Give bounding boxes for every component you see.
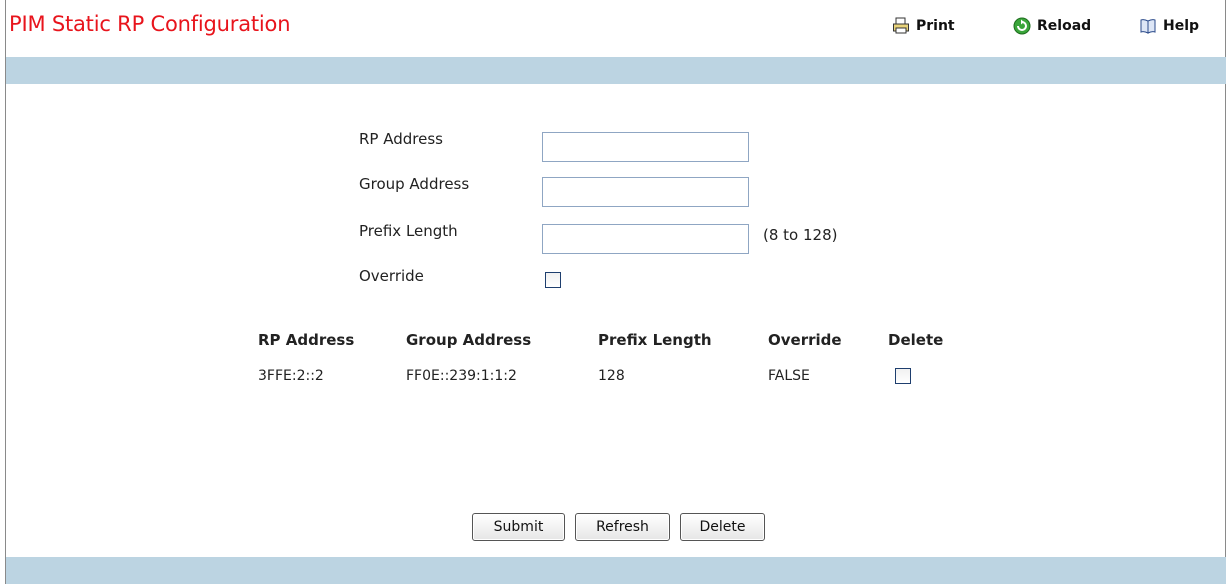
reload-button[interactable]: Reload (1013, 17, 1091, 35)
page-frame (5, 0, 1226, 584)
prefix-length-input[interactable] (542, 224, 749, 254)
footer-band (6, 557, 1226, 584)
cell-rp-address: 3FFE:2::2 (258, 368, 324, 384)
group-address-input[interactable] (542, 177, 749, 207)
cell-prefix-length: 128 (598, 368, 625, 384)
row-delete-checkbox[interactable] (895, 368, 911, 384)
cell-group-address: FF0E::239:1:1:2 (406, 368, 517, 384)
col-header-delete: Delete (888, 331, 944, 349)
col-header-override: Override (768, 331, 842, 349)
group-address-label: Group Address (359, 175, 470, 193)
col-header-group-address: Group Address (406, 331, 532, 349)
prefix-length-hint: (8 to 128) (763, 226, 838, 244)
override-label: Override (359, 267, 424, 285)
delete-button[interactable]: Delete (680, 513, 765, 541)
help-button[interactable]: Help (1139, 17, 1199, 35)
print-label: Print (916, 18, 955, 34)
col-header-rp-address: RP Address (258, 331, 355, 349)
help-label: Help (1163, 18, 1200, 34)
page-title: PIM Static RP Configuration (9, 12, 291, 36)
print-button[interactable]: Print (892, 17, 955, 35)
reload-icon (1013, 17, 1031, 35)
override-checkbox[interactable] (545, 272, 561, 288)
reload-label: Reload (1037, 18, 1092, 34)
rp-address-input[interactable] (542, 132, 749, 162)
col-header-prefix-length: Prefix Length (598, 331, 712, 349)
rp-address-label: RP Address (359, 130, 443, 148)
refresh-button[interactable]: Refresh (575, 513, 670, 541)
header-band (6, 57, 1226, 84)
printer-icon (892, 17, 910, 35)
prefix-length-label: Prefix Length (359, 222, 458, 240)
help-book-icon (1139, 17, 1157, 35)
submit-button[interactable]: Submit (472, 513, 565, 541)
cell-override: FALSE (768, 368, 810, 384)
